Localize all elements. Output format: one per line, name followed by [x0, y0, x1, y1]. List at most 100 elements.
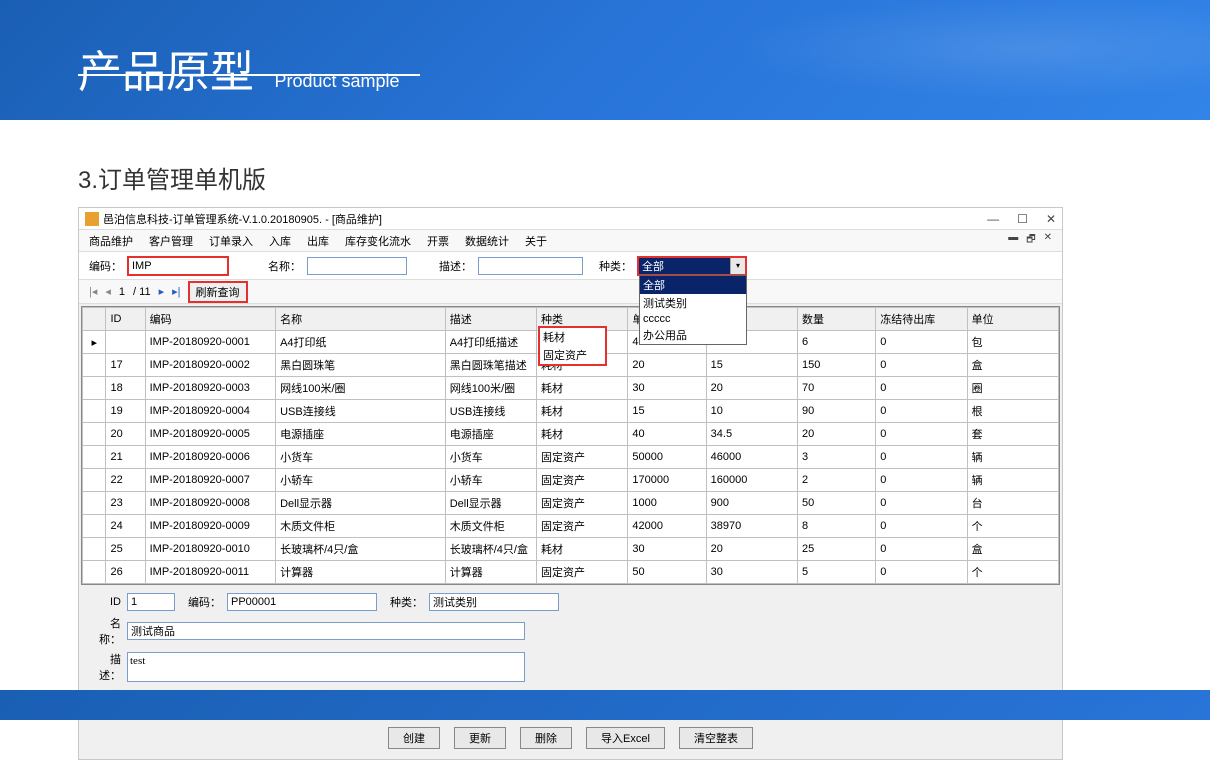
col-freeze[interactable]: 冻结待出库	[876, 308, 967, 331]
cell-cost[interactable]: 160000	[706, 469, 797, 492]
cell-price[interactable]: 50000	[628, 446, 706, 469]
nav-first-icon[interactable]: |◂	[89, 285, 97, 298]
menu-customers[interactable]: 客户管理	[149, 233, 193, 249]
menu-stats[interactable]: 数据统计	[465, 233, 509, 249]
col-code[interactable]: 编码	[145, 308, 275, 331]
cell-code[interactable]: IMP-20180920-0004	[145, 400, 275, 423]
cell-freeze[interactable]: 0	[876, 561, 967, 584]
nav-next-icon[interactable]: ▸	[159, 285, 165, 298]
cell-freeze[interactable]: 0	[876, 423, 967, 446]
menu-products[interactable]: 商品维护	[89, 233, 133, 249]
mdi-restore[interactable]: 🗗	[1026, 232, 1035, 249]
cell-price[interactable]: 50	[628, 561, 706, 584]
cell-unit[interactable]: 台	[967, 492, 1058, 515]
table-row[interactable]: 20IMP-20180920-0005电源插座电源插座耗材4034.5200套	[83, 423, 1059, 446]
cell-unit[interactable]: 个	[967, 515, 1058, 538]
cell-qty[interactable]: 2	[797, 469, 875, 492]
cell-desc[interactable]: 小轿车	[445, 469, 536, 492]
cell-name[interactable]: Dell显示器	[276, 492, 446, 515]
cell-cost[interactable]: 15	[706, 354, 797, 377]
cell-cost[interactable]: 30	[706, 561, 797, 584]
import-excel-button[interactable]: 导入Excel	[586, 727, 665, 749]
mdi-close[interactable]: ✕	[1044, 232, 1052, 249]
nav-prev-icon[interactable]: ◂	[105, 285, 111, 298]
cell-desc[interactable]: Dell显示器	[445, 492, 536, 515]
cell-freeze[interactable]: 0	[876, 377, 967, 400]
col-name[interactable]: 名称	[276, 308, 446, 331]
maximize-button[interactable]: ☐	[1017, 212, 1028, 226]
cell-freeze[interactable]: 0	[876, 469, 967, 492]
col-qty[interactable]: 数量	[797, 308, 875, 331]
table-row[interactable]: 25IMP-20180920-0010长玻璃杯/4只/盒长玻璃杯/4只/盒耗材3…	[83, 538, 1059, 561]
name-input[interactable]	[307, 257, 407, 275]
cell-price[interactable]: 42000	[628, 515, 706, 538]
cell-desc[interactable]: 黑白圆珠笔描述	[445, 354, 536, 377]
dd-option-all[interactable]: 全部	[640, 276, 746, 294]
table-row[interactable]: 19IMP-20180920-0004USB连接线USB连接线耗材1510900…	[83, 400, 1059, 423]
menu-about[interactable]: 关于	[525, 233, 547, 249]
table-row[interactable]: 22IMP-20180920-0007小轿车小轿车固定资产17000016000…	[83, 469, 1059, 492]
cell-unit[interactable]: 个	[967, 561, 1058, 584]
cell-type[interactable]: 耗材	[537, 538, 628, 561]
cell-qty[interactable]: 90	[797, 400, 875, 423]
cell-type[interactable]: 耗材	[537, 377, 628, 400]
cell-freeze[interactable]: 0	[876, 492, 967, 515]
cell-type[interactable]: 固定资产	[537, 469, 628, 492]
cell-id[interactable]: 23	[106, 492, 145, 515]
cell-desc[interactable]: A4打印纸描述	[445, 331, 536, 354]
dropdown-arrow-icon[interactable]: ▾	[730, 258, 745, 274]
form-name-input[interactable]	[127, 622, 525, 640]
cell-desc[interactable]: 木质文件柜	[445, 515, 536, 538]
delete-button[interactable]: 删除	[520, 727, 572, 749]
cell-code[interactable]: IMP-20180920-0001	[145, 331, 275, 354]
cell-cost[interactable]: 38970	[706, 515, 797, 538]
cell-type[interactable]: 固定资产	[537, 446, 628, 469]
cell-qty[interactable]: 50	[797, 492, 875, 515]
cell-code[interactable]: IMP-20180920-0003	[145, 377, 275, 400]
cell-name[interactable]: 计算器	[276, 561, 446, 584]
dd-option-office[interactable]: 办公用品	[640, 326, 746, 344]
cell-freeze[interactable]: 0	[876, 400, 967, 423]
cell-price[interactable]: 30	[628, 538, 706, 561]
form-type-input[interactable]	[429, 593, 559, 611]
form-id-input[interactable]	[127, 593, 175, 611]
cell-price[interactable]: 30	[628, 377, 706, 400]
cell-price[interactable]: 170000	[628, 469, 706, 492]
create-button[interactable]: 创建	[388, 727, 440, 749]
cell-desc[interactable]: 小货车	[445, 446, 536, 469]
cell-code[interactable]: IMP-20180920-0005	[145, 423, 275, 446]
cell-unit[interactable]: 根	[967, 400, 1058, 423]
dd-option-ccccc[interactable]: ccccc	[640, 312, 746, 326]
col-desc[interactable]: 描述	[445, 308, 536, 331]
cell-unit[interactable]: 包	[967, 331, 1058, 354]
cell-price[interactable]: 40	[628, 423, 706, 446]
cell-type[interactable]: 耗材	[537, 423, 628, 446]
cell-name[interactable]: 网线100米/圈	[276, 377, 446, 400]
clear-table-button[interactable]: 清空整表	[679, 727, 753, 749]
cell-unit[interactable]: 盒	[967, 538, 1058, 561]
table-row[interactable]: 24IMP-20180920-0009木质文件柜木质文件柜固定资产4200038…	[83, 515, 1059, 538]
cell-code[interactable]: IMP-20180920-0002	[145, 354, 275, 377]
cell-id[interactable]: 19	[106, 400, 145, 423]
cell-cost[interactable]: 20	[706, 538, 797, 561]
table-row[interactable]: 26IMP-20180920-0011计算器计算器固定资产503050个	[83, 561, 1059, 584]
cell-code[interactable]: IMP-20180920-0008	[145, 492, 275, 515]
cell-qty[interactable]: 8	[797, 515, 875, 538]
cell-cost[interactable]: 900	[706, 492, 797, 515]
cell-id[interactable]: 24	[106, 515, 145, 538]
cell-qty[interactable]: 150	[797, 354, 875, 377]
cell-qty[interactable]: 3	[797, 446, 875, 469]
cell-cost[interactable]: 34.5	[706, 423, 797, 446]
cell-cost[interactable]: 46000	[706, 446, 797, 469]
cell-unit[interactable]: 辆	[967, 469, 1058, 492]
cell-code[interactable]: IMP-20180920-0007	[145, 469, 275, 492]
table-row[interactable]: 18IMP-20180920-0003网线100米/圈网线100米/圈耗材302…	[83, 377, 1059, 400]
cell-name[interactable]: USB连接线	[276, 400, 446, 423]
cell-desc[interactable]: 电源插座	[445, 423, 536, 446]
cell-code[interactable]: IMP-20180920-0009	[145, 515, 275, 538]
update-button[interactable]: 更新	[454, 727, 506, 749]
dd-option-test[interactable]: 测试类别	[640, 294, 746, 312]
cell-id[interactable]: 17	[106, 354, 145, 377]
table-row[interactable]: 21IMP-20180920-0006小货车小货车固定资产50000460003…	[83, 446, 1059, 469]
cell-id[interactable]: 20	[106, 423, 145, 446]
